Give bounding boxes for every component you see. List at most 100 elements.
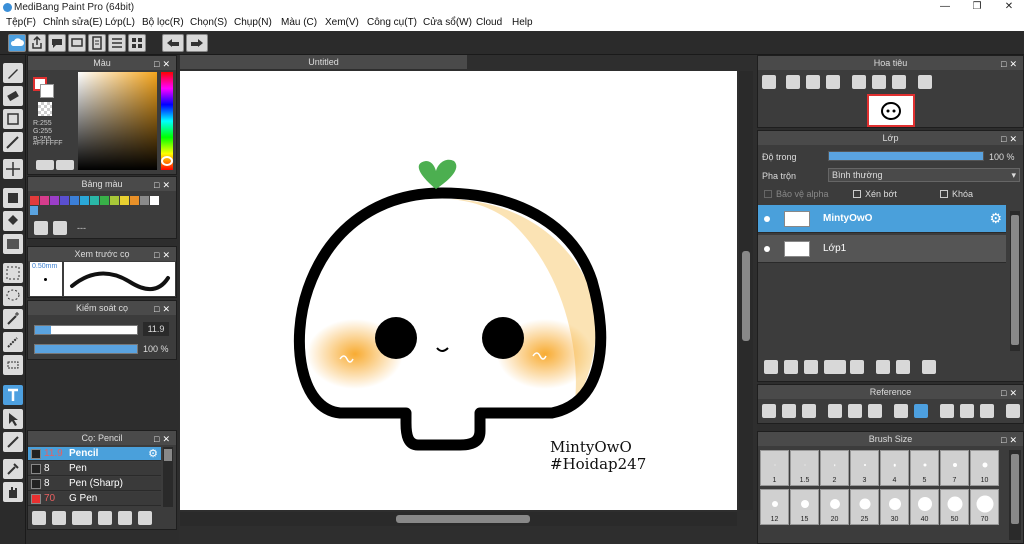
brush-size-option[interactable]: 4: [880, 450, 909, 486]
delete-palette-icon[interactable]: [53, 221, 67, 235]
flip-icon[interactable]: [1006, 404, 1020, 418]
brush-size-option[interactable]: 2: [820, 450, 849, 486]
brush-menu-icon[interactable]: [72, 511, 92, 525]
color-mode-button[interactable]: [36, 160, 54, 170]
cloud-icon[interactable]: [8, 34, 26, 52]
palette-swatch[interactable]: [110, 196, 119, 205]
brush-size-option[interactable]: 70: [970, 489, 999, 525]
bucket-tool-icon[interactable]: [3, 211, 23, 231]
brush-item-pen[interactable]: 8 Pen: [28, 462, 161, 476]
menu-layer[interactable]: Lớp(L): [105, 17, 135, 28]
brush-size-option[interactable]: 12: [760, 489, 789, 525]
zoom-icon[interactable]: [762, 75, 776, 89]
move-tool-icon[interactable]: [3, 159, 23, 179]
brush-download-icon[interactable]: [98, 511, 112, 525]
lasso-tool-icon[interactable]: [3, 286, 23, 306]
menu-filter[interactable]: Bộ lọc(R): [142, 17, 184, 28]
brush-size-option[interactable]: 15: [790, 489, 819, 525]
grid-icon[interactable]: [128, 34, 146, 52]
lock-checkbox[interactable]: [940, 190, 948, 198]
layer-list-scrollbar[interactable]: [1010, 211, 1020, 351]
hue-handle[interactable]: [161, 156, 173, 166]
panel-controls-icon[interactable]: □✕: [1001, 57, 1020, 71]
menu-snap[interactable]: Chụp(N): [234, 17, 272, 28]
reset-view-icon[interactable]: [960, 404, 974, 418]
brush-list-scroll-thumb[interactable]: [164, 449, 172, 461]
layer-scroll-thumb[interactable]: [1011, 215, 1019, 345]
share-icon[interactable]: [28, 34, 46, 52]
new-halftone-layer-icon[interactable]: [784, 360, 798, 374]
add-brush-icon[interactable]: [32, 511, 46, 525]
layer-folder-icon[interactable]: [850, 360, 864, 374]
minimize-button[interactable]: —: [930, 1, 960, 14]
brush-size-slider[interactable]: [34, 325, 138, 335]
visibility-eye-icon[interactable]: [764, 216, 770, 222]
redo-icon[interactable]: [186, 34, 208, 52]
menu-edit[interactable]: Chỉnh sửa(E): [43, 17, 103, 28]
palette-swatch[interactable]: [140, 196, 149, 205]
palette-swatch[interactable]: [130, 196, 139, 205]
brush-settings-gear-icon[interactable]: ⚙: [148, 447, 158, 460]
layer-settings-gear-icon[interactable]: ⚙: [989, 210, 1002, 227]
layer-item-mintyowo[interactable]: MintyOwO ⚙: [758, 205, 1006, 233]
merge-layer-icon[interactable]: [896, 360, 910, 374]
duplicate-layer-icon[interactable]: [876, 360, 890, 374]
zoom-out-icon[interactable]: [826, 75, 840, 89]
hand-tool-icon[interactable]: [3, 482, 23, 502]
document-tab[interactable]: Untitled: [180, 55, 467, 69]
hand-icon[interactable]: [914, 404, 928, 418]
select-tool-icon[interactable]: [3, 263, 23, 283]
operation-tool-icon[interactable]: [3, 409, 23, 429]
panel-controls-icon[interactable]: □✕: [1001, 132, 1020, 146]
panel-controls-icon[interactable]: □✕: [1001, 386, 1020, 400]
brush-list-scrollbar[interactable]: [163, 447, 173, 507]
rotate-left-icon[interactable]: [940, 404, 954, 418]
close-window-button[interactable]: ✕: [994, 1, 1024, 14]
panel-controls-icon[interactable]: □✕: [154, 302, 173, 316]
brush-size-option[interactable]: 25: [850, 489, 879, 525]
brush-duplicate-icon[interactable]: [138, 511, 152, 525]
new-8bit-layer-icon[interactable]: [804, 360, 818, 374]
clipping-checkbox[interactable]: [853, 190, 861, 198]
menu-select[interactable]: Chọn(S): [190, 17, 227, 28]
open-file-icon[interactable]: [782, 404, 796, 418]
palette-swatch[interactable]: [90, 196, 99, 205]
brush-size-option[interactable]: 10: [970, 450, 999, 486]
menu-file[interactable]: Tệp(F): [6, 17, 36, 28]
brush-size-option[interactable]: 5: [910, 450, 939, 486]
flip-icon[interactable]: [918, 75, 932, 89]
brush-folder-icon[interactable]: [118, 511, 132, 525]
brush-size-scrollbar[interactable]: [1009, 450, 1021, 540]
divide-tool-icon[interactable]: [3, 432, 23, 452]
zoom-out-icon[interactable]: [868, 404, 882, 418]
menu-view[interactable]: Xem(V): [325, 17, 359, 28]
brush-size-value[interactable]: 11.9: [143, 322, 169, 336]
navigator-thumbnail[interactable]: [867, 94, 915, 127]
rotate-right-icon[interactable]: [980, 404, 994, 418]
palette-swatch[interactable]: [60, 196, 69, 205]
brush-size-option[interactable]: 3: [850, 450, 879, 486]
maximize-button[interactable]: ❐: [962, 1, 992, 14]
document-canvas[interactable]: MintyOwO #Hoidap247: [180, 71, 737, 510]
canvas-horizontal-scrollbar[interactable]: [180, 512, 737, 526]
new-layer-icon[interactable]: [764, 360, 778, 374]
list-icon[interactable]: [108, 34, 126, 52]
panel-controls-icon[interactable]: □✕: [154, 248, 173, 262]
menu-cloud[interactable]: Cloud: [476, 17, 502, 28]
palette-swatch[interactable]: [70, 196, 79, 205]
select-pen-icon[interactable]: [3, 332, 23, 352]
visibility-eye-icon[interactable]: [764, 246, 770, 252]
undo-icon[interactable]: [162, 34, 184, 52]
menu-color[interactable]: Màu (C): [281, 17, 317, 28]
text-tool-icon[interactable]: [3, 385, 23, 405]
canvas-vertical-scrollbar[interactable]: [739, 71, 753, 510]
layer-opacity-slider[interactable]: [828, 151, 984, 161]
delete-layer-icon[interactable]: [922, 360, 936, 374]
menu-tools[interactable]: Công cụ(T): [367, 17, 417, 28]
cloud-open-icon[interactable]: [762, 404, 776, 418]
comment-icon[interactable]: [48, 34, 66, 52]
panel-controls-icon[interactable]: □✕: [154, 432, 173, 446]
transparent-color-swatch[interactable]: [38, 102, 52, 116]
brush-size-option[interactable]: 50: [940, 489, 969, 525]
new-palette-icon[interactable]: [34, 221, 48, 235]
